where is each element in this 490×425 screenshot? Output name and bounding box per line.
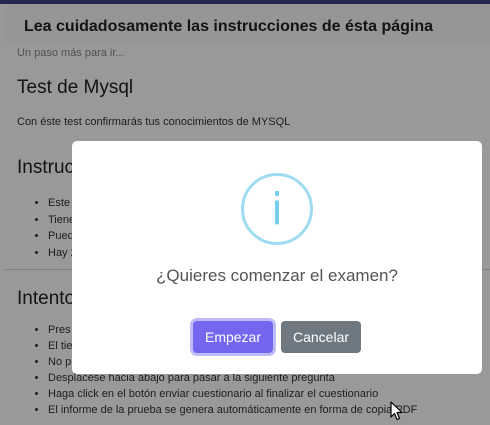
mouse-pointer-icon xyxy=(390,401,403,421)
info-glyph: i xyxy=(270,183,284,235)
info-icon: i xyxy=(241,173,313,245)
confirm-dialog: i ¿Quieres comenzar el examen? Empezar C… xyxy=(72,141,482,374)
start-button[interactable]: Empezar xyxy=(193,321,273,353)
cancel-button[interactable]: Cancelar xyxy=(281,321,361,353)
dialog-question: ¿Quieres comenzar el examen? xyxy=(156,266,398,285)
